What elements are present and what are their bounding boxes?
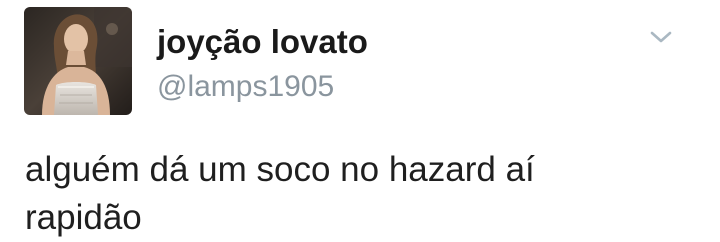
tweet-card: joyção lovato @lamps1905 alguém dá um so…: [0, 0, 720, 240]
avatar-image: [24, 7, 132, 115]
chevron-down-icon[interactable]: [646, 22, 676, 52]
avatar[interactable]: [24, 7, 132, 115]
display-name[interactable]: joyção lovato: [157, 22, 368, 62]
user-handle[interactable]: @lamps1905: [157, 68, 334, 106]
tweet-text: alguém dá um soco no hazard aí rapidão: [25, 150, 535, 237]
